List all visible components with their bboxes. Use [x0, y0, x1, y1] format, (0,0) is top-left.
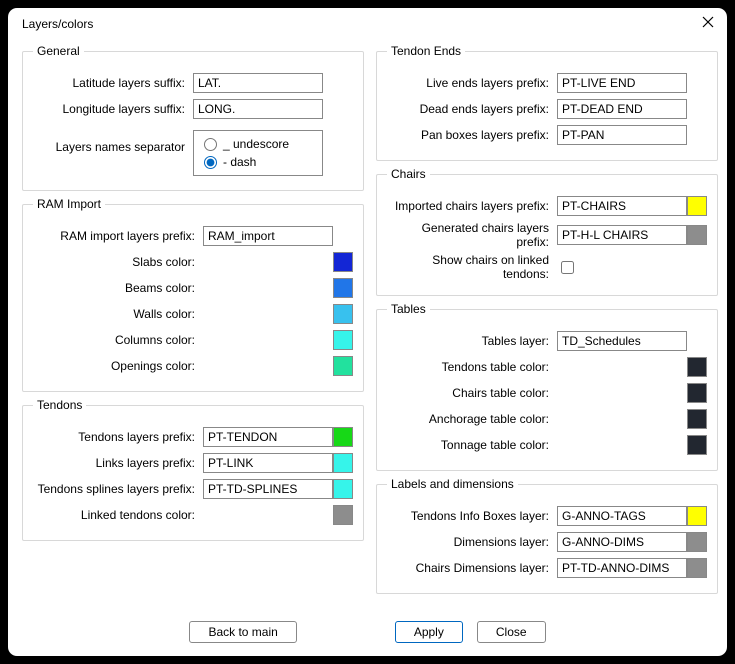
beams-color-label: Beams color:: [33, 281, 203, 295]
close-icon[interactable]: [699, 15, 717, 33]
tendons-color-swatch[interactable]: [333, 427, 353, 447]
close-button[interactable]: Close: [477, 621, 546, 643]
splines-prefix-input[interactable]: [203, 479, 333, 499]
right-column: Tendon Ends Live ends layers prefix: Dea…: [376, 44, 718, 608]
ram-prefix-label: RAM import layers prefix:: [33, 229, 203, 243]
chairs-table-color-swatch[interactable]: [687, 383, 707, 403]
separator-underscore-label: _ undescore: [223, 137, 289, 151]
longitude-suffix-label: Longitude layers suffix:: [33, 102, 193, 116]
pan-boxes-label: Pan boxes layers prefix:: [387, 128, 557, 142]
footer-buttons: Back to main Apply Close: [8, 608, 727, 656]
tendons-info-boxes-input[interactable]: [557, 506, 687, 526]
group-tendon-ends: Tendon Ends Live ends layers prefix: Dea…: [376, 44, 718, 161]
latitude-suffix-input[interactable]: [193, 73, 323, 93]
group-chairs: Chairs Imported chairs layers prefix: Ge…: [376, 167, 718, 296]
tendons-table-color-label: Tendons table color:: [387, 360, 557, 374]
back-to-main-button[interactable]: Back to main: [189, 621, 296, 643]
generated-chairs-color-swatch[interactable]: [687, 225, 707, 245]
links-prefix-label: Links layers prefix:: [33, 456, 203, 470]
imported-chairs-label: Imported chairs layers prefix:: [387, 199, 557, 213]
columns-color-label: Columns color:: [33, 333, 203, 347]
slabs-color-label: Slabs color:: [33, 255, 203, 269]
tonnage-table-color-label: Tonnage table color:: [387, 438, 557, 452]
group-tables-legend: Tables: [387, 302, 430, 316]
columns-color-swatch[interactable]: [333, 330, 353, 350]
generated-chairs-input[interactable]: [557, 225, 687, 245]
tendons-info-boxes-label: Tendons Info Boxes layer:: [387, 509, 557, 523]
dimensions-layer-label: Dimensions layer:: [387, 535, 557, 549]
title-bar: Layers/colors: [8, 8, 727, 40]
layers-separator-radiogroup: _ undescore - dash: [193, 130, 323, 176]
chairs-dimensions-layer-input[interactable]: [557, 558, 687, 578]
group-tendons: Tendons Tendons layers prefix: Links lay…: [22, 398, 364, 541]
dialog-window: Layers/colors General Latitude layers su…: [8, 8, 727, 656]
window-title: Layers/colors: [22, 17, 699, 31]
tables-layer-input[interactable]: [557, 331, 687, 351]
apply-button[interactable]: Apply: [395, 621, 463, 643]
live-ends-input[interactable]: [557, 73, 687, 93]
chairs-dimensions-color-swatch[interactable]: [687, 558, 707, 578]
show-chairs-linked-label: Show chairs on linked tendons:: [387, 253, 557, 281]
dimensions-color-swatch[interactable]: [687, 532, 707, 552]
walls-color-label: Walls color:: [33, 307, 203, 321]
group-tendon-ends-legend: Tendon Ends: [387, 44, 465, 58]
generated-chairs-label: Generated chairs layers prefix:: [387, 221, 557, 249]
show-chairs-linked-checkbox[interactable]: [561, 261, 574, 274]
layers-separator-label: Layers names separator: [33, 130, 193, 154]
imported-chairs-color-swatch[interactable]: [687, 196, 707, 216]
linked-tendons-color-label: Linked tendons color:: [33, 508, 203, 522]
group-tendons-legend: Tendons: [33, 398, 86, 412]
links-color-swatch[interactable]: [333, 453, 353, 473]
openings-color-swatch[interactable]: [333, 356, 353, 376]
pan-boxes-input[interactable]: [557, 125, 687, 145]
dead-ends-label: Dead ends layers prefix:: [387, 102, 557, 116]
tendons-info-boxes-color-swatch[interactable]: [687, 506, 707, 526]
tables-layer-label: Tables layer:: [387, 334, 557, 348]
separator-dash-option[interactable]: - dash: [204, 155, 312, 169]
latitude-suffix-label: Latitude layers suffix:: [33, 76, 193, 90]
anchorage-table-color-swatch[interactable]: [687, 409, 707, 429]
beams-color-swatch[interactable]: [333, 278, 353, 298]
left-column: General Latitude layers suffix: Longitud…: [22, 44, 364, 608]
separator-underscore-option[interactable]: _ undescore: [204, 137, 312, 151]
group-ram-import: RAM Import RAM import layers prefix: Sla…: [22, 197, 364, 392]
openings-color-label: Openings color:: [33, 359, 203, 373]
splines-color-swatch[interactable]: [333, 479, 353, 499]
linked-tendons-color-swatch[interactable]: [333, 505, 353, 525]
group-ram-import-legend: RAM Import: [33, 197, 105, 211]
chairs-table-color-label: Chairs table color:: [387, 386, 557, 400]
longitude-suffix-input[interactable]: [193, 99, 323, 119]
anchorage-table-color-label: Anchorage table color:: [387, 412, 557, 426]
chairs-dimensions-layer-label: Chairs Dimensions layer:: [387, 561, 557, 575]
live-ends-label: Live ends layers prefix:: [387, 76, 557, 90]
dimensions-layer-input[interactable]: [557, 532, 687, 552]
tendons-prefix-label: Tendons layers prefix:: [33, 430, 203, 444]
content-area: General Latitude layers suffix: Longitud…: [8, 40, 727, 608]
tonnage-table-color-swatch[interactable]: [687, 435, 707, 455]
group-labels-dimensions: Labels and dimensions Tendons Info Boxes…: [376, 477, 718, 594]
splines-prefix-label: Tendons splines layers prefix:: [33, 482, 203, 496]
walls-color-swatch[interactable]: [333, 304, 353, 324]
ram-prefix-input[interactable]: [203, 226, 333, 246]
group-general: General Latitude layers suffix: Longitud…: [22, 44, 364, 191]
imported-chairs-input[interactable]: [557, 196, 687, 216]
links-prefix-input[interactable]: [203, 453, 333, 473]
group-labels-dimensions-legend: Labels and dimensions: [387, 477, 518, 491]
group-general-legend: General: [33, 44, 84, 58]
slabs-color-swatch[interactable]: [333, 252, 353, 272]
tendons-table-color-swatch[interactable]: [687, 357, 707, 377]
group-chairs-legend: Chairs: [387, 167, 430, 181]
group-tables: Tables Tables layer: Tendons table color…: [376, 302, 718, 471]
dead-ends-input[interactable]: [557, 99, 687, 119]
separator-dash-label: - dash: [223, 155, 256, 169]
tendons-prefix-input[interactable]: [203, 427, 333, 447]
